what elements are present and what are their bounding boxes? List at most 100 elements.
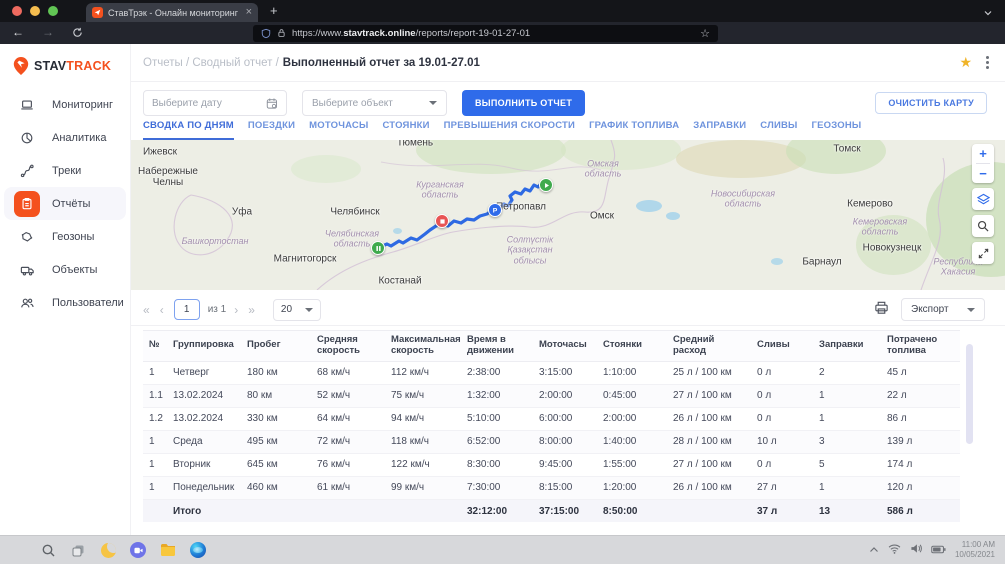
column-header: Заправки <box>813 331 881 362</box>
tab-fuel-chart[interactable]: ГРАФИК ТОПЛИВА <box>589 120 679 140</box>
site-favicon-icon <box>92 7 103 18</box>
tab-summary-by-days[interactable]: СВОДКА ПО ДНЯМ <box>143 120 234 140</box>
map-marker-stop[interactable] <box>435 214 449 228</box>
table-cell <box>241 499 311 522</box>
date-input[interactable] <box>152 98 266 109</box>
start-button-icon[interactable] <box>10 542 27 559</box>
fullscreen-button[interactable] <box>972 242 994 264</box>
breadcrumb[interactable]: Отчеты / Сводный отчет / <box>143 57 279 69</box>
sidebar-item-analytics[interactable]: Аналитика <box>0 121 130 154</box>
sidebar-item-users[interactable]: Пользователи <box>0 286 130 319</box>
table-cell: 1 <box>813 407 881 430</box>
minimize-window-button[interactable] <box>30 6 40 16</box>
battery-icon[interactable] <box>931 541 946 559</box>
zoom-in-button[interactable]: + <box>972 144 994 163</box>
prev-page-button[interactable]: ‹ <box>160 303 164 317</box>
tab-drains[interactable]: СЛИВЫ <box>760 120 797 140</box>
table-cell: 76 км/ч <box>311 453 385 476</box>
tab-close-icon[interactable]: × <box>246 7 252 18</box>
sidebar-item-reports[interactable]: Отчёты <box>4 187 126 220</box>
sidebar-item-label: Объекты <box>52 264 97 276</box>
table-cell: 5:10:00 <box>461 407 533 430</box>
favorite-star-icon[interactable]: ★ <box>959 54 972 71</box>
map[interactable]: ИжевскНабережныеЧелныУфаЧелябинскМагнито… <box>131 140 1005 290</box>
map-region-label: Башкортостан <box>182 236 249 246</box>
bookmark-star-icon[interactable]: ☆ <box>700 27 710 40</box>
sidebar-item-label: Отчёты <box>52 198 90 210</box>
geozones-icon <box>14 224 40 250</box>
map-search-button[interactable] <box>972 215 994 237</box>
last-page-button[interactable]: » <box>248 303 255 317</box>
table-cell: 80 км <box>241 384 311 407</box>
table-row[interactable]: 1.213.02.2024330 км64 км/ч94 км/ч5:10:00… <box>143 407 960 430</box>
next-page-button[interactable]: › <box>234 303 238 317</box>
page-title: Выполненный отчет за 19.01-27.01 <box>283 57 480 69</box>
taskbar-clock[interactable]: 11:00 AM 10/05/2021 <box>955 540 995 560</box>
sidebar-item-monitoring[interactable]: Мониторинг <box>0 88 130 121</box>
sidebar-item-objects[interactable]: Объекты <box>0 253 130 286</box>
table-row[interactable]: 1Среда495 км72 км/ч118 км/ч6:52:008:00:0… <box>143 430 960 453</box>
new-tab-button[interactable]: + <box>270 3 278 18</box>
table-row[interactable]: 1Четверг180 км68 км/ч112 км/ч2:38:003:15… <box>143 361 960 384</box>
print-button[interactable] <box>874 300 889 320</box>
tab-trips[interactable]: ПОЕЗДКИ <box>248 120 295 140</box>
map-marker-play[interactable] <box>539 178 553 192</box>
map-city-label: Омск <box>590 211 614 222</box>
reload-button[interactable] <box>72 27 83 41</box>
sidebar-item-tracks[interactable]: Треки <box>0 154 130 187</box>
table-cell: 6:00:00 <box>533 407 597 430</box>
table-cell: 5 <box>813 453 881 476</box>
page-size-select[interactable]: 20 <box>273 299 321 321</box>
edge-browser-icon[interactable] <box>189 542 206 559</box>
maximize-window-button[interactable] <box>48 6 58 16</box>
layers-button[interactable] <box>972 188 994 210</box>
tab-engine-hours[interactable]: МОТОЧАСЫ <box>309 120 368 140</box>
object-select[interactable]: Выберите объект <box>302 90 447 116</box>
volume-icon[interactable] <box>910 541 922 559</box>
export-select[interactable]: Экспорт <box>901 298 985 321</box>
chat-app-icon[interactable] <box>130 542 146 558</box>
table-row[interactable]: 1Понедельник460 км61 км/ч99 км/ч7:30:008… <box>143 476 960 499</box>
monitoring-icon <box>14 92 40 118</box>
table-total-row: Итого32:12:0037:15:008:50:0037 л13586 л <box>143 499 960 522</box>
chevron-down-icon[interactable] <box>983 5 993 23</box>
table-cell: 28 л / 100 км <box>667 430 751 453</box>
close-window-button[interactable] <box>12 6 22 16</box>
moon-app-icon[interactable] <box>100 542 117 559</box>
first-page-button[interactable]: « <box>143 303 150 317</box>
taskbar-search-icon[interactable] <box>40 542 57 559</box>
file-explorer-icon[interactable] <box>159 542 176 559</box>
page-number-input[interactable] <box>174 299 200 320</box>
date-picker[interactable] <box>143 90 287 116</box>
clear-map-button[interactable]: ОЧИСТИТЬ КАРТУ <box>875 92 987 114</box>
tab-geozones[interactable]: ГЕОЗОНЫ <box>812 120 862 140</box>
table-row[interactable]: 1.113.02.202480 км52 км/ч75 км/ч1:32:002… <box>143 384 960 407</box>
column-header: Сливы <box>751 331 813 362</box>
table-cell: 174 л <box>881 453 960 476</box>
report-tabs: СВОДКА ПО ДНЯМ ПОЕЗДКИ МОТОЧАСЫ СТОЯНКИ ПРЕВ… <box>143 120 1005 140</box>
tracks-icon <box>14 158 40 184</box>
browser-tab[interactable]: СтавТрэк - Онлайн мониторинг × <box>86 3 258 22</box>
task-view-icon[interactable] <box>70 542 87 559</box>
app-logo[interactable]: STAVTRACK <box>0 44 130 86</box>
run-report-button[interactable]: ВЫПОЛНИТЬ ОТЧЕТ <box>462 90 585 116</box>
map-region-label: Курганскаяобласть <box>416 180 464 201</box>
vertical-scrollbar[interactable] <box>966 344 973 444</box>
zoom-out-button[interactable]: − <box>972 164 994 183</box>
back-button[interactable]: ← <box>12 25 24 39</box>
map-marker-pause[interactable] <box>371 241 385 255</box>
map-marker-parking[interactable]: P <box>488 203 502 217</box>
tab-refuels[interactable]: ЗАПРАВКИ <box>693 120 746 140</box>
column-header: Средняя скорость <box>311 331 385 362</box>
tray-expand-icon[interactable] <box>869 541 879 559</box>
sidebar-item-geozones[interactable]: Геозоны <box>0 220 130 253</box>
address-bar[interactable]: https://www.stavtrack.online/reports/rep… <box>253 25 718 42</box>
tab-speeding[interactable]: ПРЕВЫШЕНИЯ СКОРОСТИ <box>444 120 575 140</box>
wifi-icon[interactable] <box>888 541 901 559</box>
window-controls[interactable] <box>12 6 58 16</box>
tab-parkings[interactable]: СТОЯНКИ <box>382 120 429 140</box>
more-options-icon[interactable] <box>986 56 989 69</box>
map-city-label: Уфа <box>232 207 252 218</box>
table-row[interactable]: 1Вторник645 км76 км/ч122 км/ч8:30:009:45… <box>143 453 960 476</box>
forward-button[interactable]: → <box>42 25 54 39</box>
